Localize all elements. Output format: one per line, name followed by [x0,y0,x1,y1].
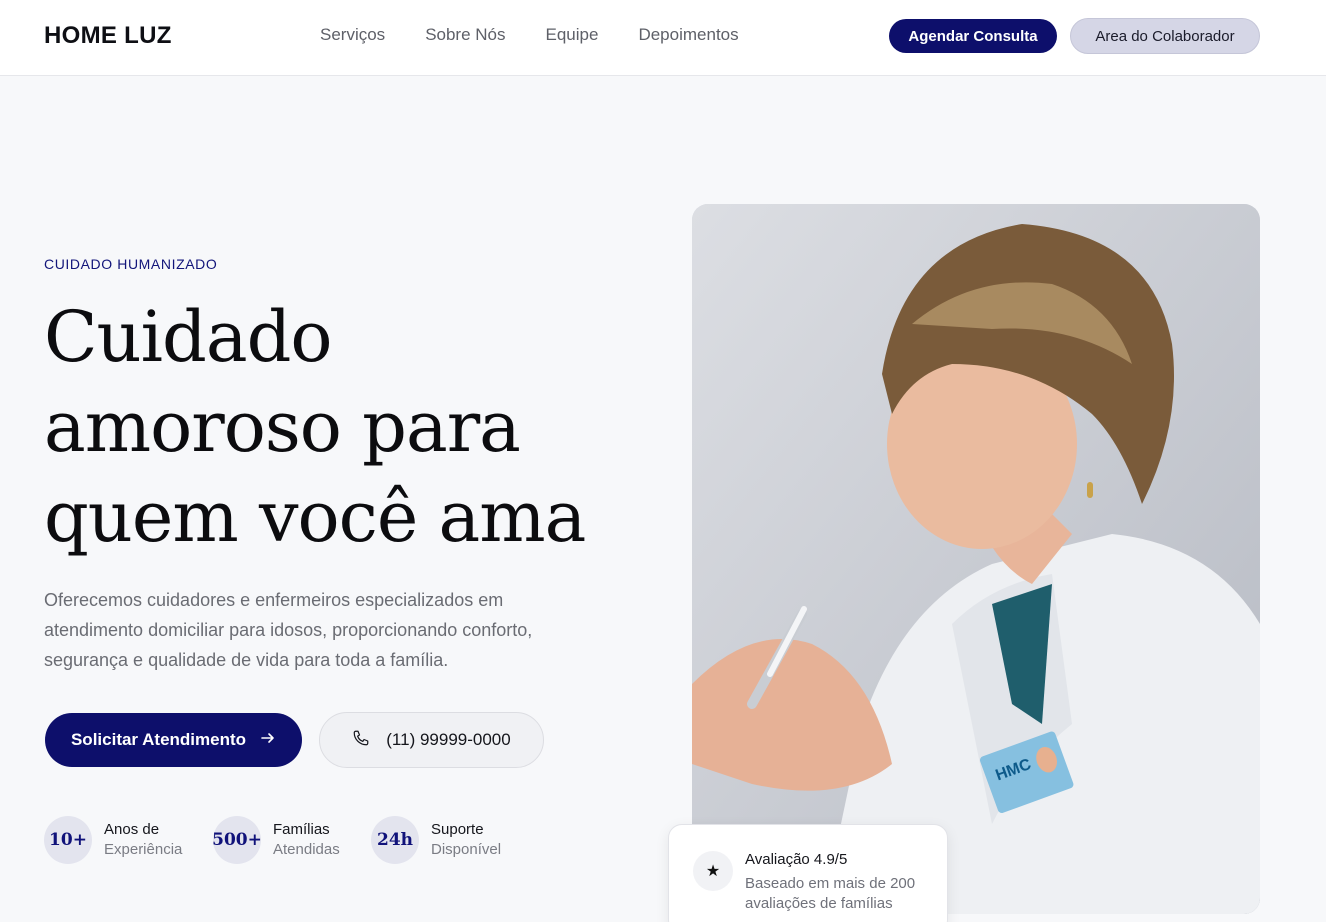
request-service-button[interactable]: Solicitar Atendimento [45,713,302,767]
stat-experience: 10+ Anos de Experiência [44,816,182,864]
hero-description: Oferecemos cuidadores e enfermeiros espe… [44,590,533,670]
phone-button[interactable]: (11) 99999-0000 [319,712,544,768]
hero-eyebrow: CUIDADO HUMANIZADO [44,256,218,272]
stat-caption-line2: Disponível [431,841,502,858]
stat-caption-line2: Experiência [104,841,183,858]
top-navbar: HOME LUZ Serviços Sobre Nós Equipe Depoi… [0,0,1326,76]
stat-caption: Anos de Experiência [104,820,182,860]
stat-caption-line2: Atendidas [273,841,340,858]
rating-title: Avaliação 4.9/5 [745,851,848,868]
nav-link-equipe[interactable]: Equipe [546,25,599,45]
nav-link-servicos[interactable]: Serviços [320,25,385,45]
schedule-consultation-button[interactable]: Agendar Consulta [889,19,1057,53]
stat-caption: Famílias Atendidas [273,820,340,860]
nurse-illustration: HMC [692,204,1260,914]
phone-icon [352,729,370,752]
arrow-right-icon [260,730,276,751]
stat-caption-line1: Anos de [104,821,160,838]
stat-caption-line1: Famílias [273,821,330,838]
main-nav: Serviços Sobre Nós Equipe Depoimentos [320,25,739,45]
brand-logo[interactable]: HOME LUZ [44,22,172,50]
stat-value: 24h [371,816,419,864]
phone-number: (11) 99999-0000 [386,730,511,749]
star-icon: ★ [693,851,733,891]
nav-link-depoimentos[interactable]: Depoimentos [638,25,738,45]
headline-line-3: quem você ama [44,476,586,558]
collaborator-area-button[interactable]: Area do Colaborador [1070,18,1260,54]
stat-support: 24h Suporte Disponível [371,816,501,864]
rating-card: ★ Avaliação 4.9/5 Baseado em mais de 200… [668,824,948,922]
hero-headline: Cuidado amoroso para quem você ama [44,292,644,562]
request-service-label: Solicitar Atendimento [70,730,247,749]
nurse-photo: HMC [692,204,1260,914]
stat-families: 500+ Famílias Atendidas [212,816,340,864]
headline-line-2: amoroso para [44,386,521,468]
stat-value: 10+ [44,816,92,864]
stat-caption: Suporte Disponível [431,820,501,860]
nav-link-sobre-nos[interactable]: Sobre Nós [425,25,505,45]
stat-caption-line1: Suporte [431,821,484,838]
stat-value: 500+ [212,816,262,864]
rating-subtitle: Baseado em mais de 200 avaliações de fam… [745,875,916,912]
headline-line-1: Cuidado [44,296,333,378]
